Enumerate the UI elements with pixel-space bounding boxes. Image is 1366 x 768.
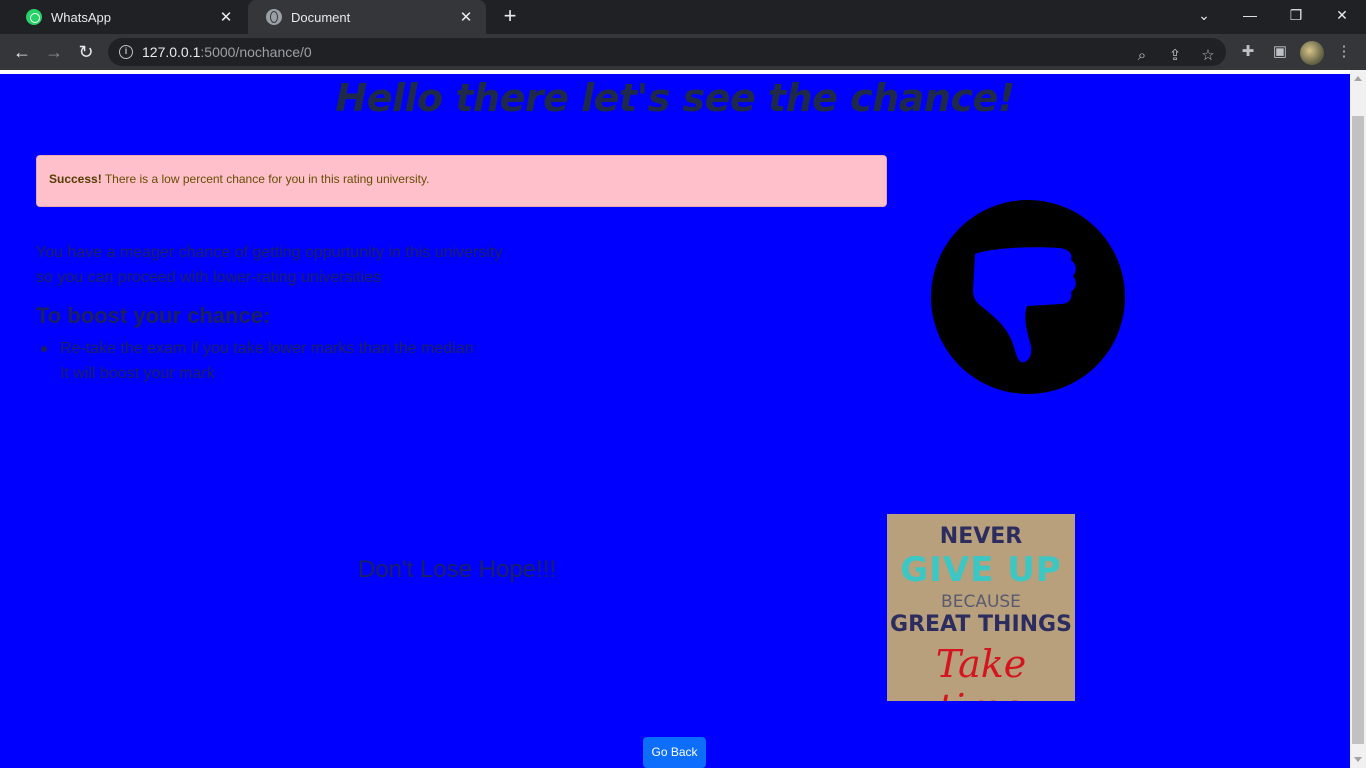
share-icon[interactable]: ⇪ [1163, 44, 1187, 68]
poster-line: Take time [935, 642, 1027, 701]
tip-line-2: It will boost your mark [60, 365, 215, 382]
close-window-button[interactable]: ✕ [1320, 0, 1364, 30]
scrollbar-thumb[interactable] [1352, 116, 1364, 744]
url-host: 127.0.0.1 [142, 44, 201, 60]
tab-search-chevron-icon[interactable]: ⌄ [1182, 0, 1226, 30]
poster-line: GREAT THINGS [890, 612, 1072, 637]
page-heading: Hello there let's see the chance! [335, 76, 1015, 120]
motivation-poster-image: NEVER GIVE UP BECAUSE GREAT THINGS Take … [887, 514, 1075, 701]
zoom-icon[interactable]: ⌕ [1130, 44, 1154, 68]
page-viewport: Hello there let's see the chance! Succes… [0, 70, 1366, 768]
back-button[interactable]: ← [10, 40, 34, 64]
scroll-down-arrow-icon[interactable] [1354, 757, 1362, 762]
close-tab-icon[interactable]: ✕ [218, 8, 234, 26]
profile-avatar[interactable] [1300, 41, 1324, 65]
tab-title: WhatsApp [51, 9, 111, 25]
extensions-icon[interactable]: ✚ [1236, 40, 1260, 64]
globe-icon [266, 9, 282, 25]
close-tab-icon[interactable]: ✕ [458, 8, 474, 26]
menu-kebab-icon[interactable]: ⋮ [1332, 40, 1356, 64]
tips-list: Re-take the exam if you take lower marks… [41, 336, 474, 386]
go-back-button[interactable]: Go Back [643, 737, 706, 768]
hope-text: Don't Lose Hope!!! [358, 556, 557, 583]
success-alert: Success! There is a low percent chance f… [36, 155, 887, 207]
new-tab-button[interactable]: + [498, 4, 522, 28]
tab-whatsapp[interactable]: WhatsApp ✕ [8, 0, 246, 34]
scroll-up-arrow-icon[interactable] [1354, 76, 1362, 81]
site-info-icon[interactable]: i [119, 45, 133, 59]
boost-heading: To boost your chance: [36, 303, 271, 328]
restore-button[interactable]: ❐ [1274, 0, 1318, 30]
alert-strong: Success! [49, 172, 102, 186]
thumbs-down-icon [931, 200, 1125, 394]
forward-button[interactable]: → [42, 40, 66, 64]
poster-line: GIVE UP [900, 550, 1062, 590]
message-line-2: so you can proceed with lower-rating uni… [36, 269, 382, 286]
list-bullet [41, 346, 47, 352]
message-line-1: You have a meager chance of getting oppu… [36, 244, 503, 261]
url-text[interactable]: 127.0.0.1:5000/nochance/0 [142, 44, 312, 60]
whatsapp-icon [26, 9, 42, 25]
vertical-scrollbar[interactable] [1350, 70, 1366, 768]
page-body: Hello there let's see the chance! Succes… [0, 74, 1350, 768]
alert-text: There is a low percent chance for you in… [101, 172, 430, 186]
poster-line: BECAUSE [941, 592, 1021, 612]
bookmark-star-icon[interactable]: ☆ [1196, 44, 1220, 68]
browser-toolbar: ← → ↻ i 127.0.0.1:5000/nochance/0 ⌕ ⇪ ☆ … [0, 34, 1366, 70]
tip-line-1: Re-take the exam if you take lower marks… [60, 340, 474, 357]
side-panel-icon[interactable]: ▣ [1268, 40, 1292, 64]
minimize-button[interactable]: — [1228, 0, 1272, 30]
reload-button[interactable]: ↻ [74, 40, 98, 64]
tab-strip: WhatsApp ✕ Document ✕ + ⌄ — ❐ ✕ [0, 0, 1366, 34]
tab-title: Document [291, 9, 351, 25]
chance-message: You have a meager chance of getting oppu… [36, 240, 502, 290]
address-bar[interactable]: i 127.0.0.1:5000/nochance/0 ⌕ ⇪ ☆ [108, 38, 1226, 66]
url-path: :5000/nochance/0 [200, 44, 312, 60]
tab-document[interactable]: Document ✕ [248, 0, 486, 34]
poster-line: NEVER [939, 524, 1023, 549]
